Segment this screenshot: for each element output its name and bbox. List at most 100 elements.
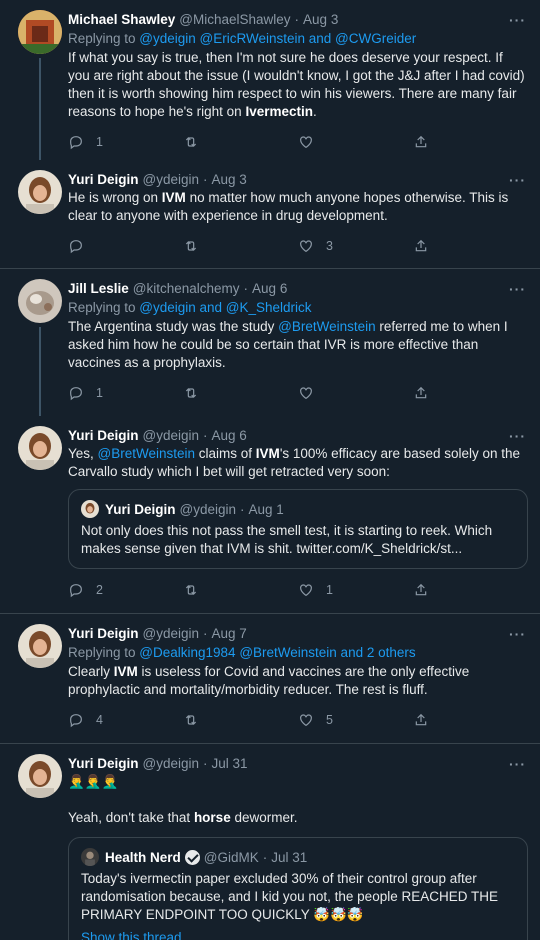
heart-icon <box>300 714 312 727</box>
timeline-feed: Michael Shawley @MichaelShawley · Aug 3 … <box>0 0 540 940</box>
author-name[interactable]: Yuri Deigin <box>68 428 139 443</box>
quoted-author-handle: @ydeigin <box>179 501 237 517</box>
author-handle[interactable]: @kitchenalchemy <box>133 281 240 296</box>
tweet-date[interactable]: Aug 3 <box>303 12 338 27</box>
like-button[interactable] <box>298 134 413 150</box>
author-handle[interactable]: @ydeigin <box>143 756 200 771</box>
replying-to: Replying to @ydeigin and @K_Sheldrick <box>68 300 312 315</box>
reply-button[interactable] <box>68 238 183 254</box>
avatar[interactable] <box>18 10 62 54</box>
retweet-button[interactable] <box>183 582 298 598</box>
replying-to: Replying to @Dealking1984 @BretWeinstein… <box>68 645 416 660</box>
author-name[interactable]: Yuri Deigin <box>68 626 139 641</box>
reply-button[interactable]: 4 <box>68 712 183 728</box>
avatar[interactable] <box>18 426 62 470</box>
show-thread-link[interactable]: Show this thread <box>81 930 515 940</box>
heart-icon <box>300 240 312 253</box>
like-button[interactable] <box>298 385 413 401</box>
facepalm-emoji: 🤦‍♂️🤦‍♂️🤦‍♂️ <box>68 774 119 790</box>
share-button[interactable] <box>413 134 528 150</box>
tweet[interactable]: Yuri Deigin @ydeigin · Aug 6 Yes, @BretW… <box>0 416 540 614</box>
quoted-author-name: Yuri Deigin <box>105 501 176 517</box>
tweet-date[interactable]: Aug 6 <box>252 281 287 296</box>
mention-link[interactable]: @BretWeinstein <box>98 446 196 461</box>
more-options-icon[interactable]: ··· <box>509 756 526 772</box>
like-button[interactable]: 3 <box>298 238 413 254</box>
author-name[interactable]: Yuri Deigin <box>68 756 139 771</box>
quoted-tweet[interactable]: Yuri Deigin @ydeigin · Aug 1 Not only do… <box>68 489 528 569</box>
retweet-icon <box>185 585 197 595</box>
reply-button[interactable]: 1 <box>68 385 183 401</box>
share-icon <box>415 713 427 726</box>
share-button[interactable] <box>413 582 528 598</box>
share-icon <box>415 583 427 596</box>
tweet-date[interactable]: Jul 31 <box>212 756 248 771</box>
reply-mentions-link[interactable]: @ydeigin @EricRWeinstein and @CWGreider <box>139 31 416 46</box>
share-button[interactable] <box>413 385 528 401</box>
tweet-actions: 3 <box>68 231 528 261</box>
retweet-icon <box>185 388 197 398</box>
like-button[interactable]: 5 <box>298 712 413 728</box>
quoted-tweet[interactable]: Health Nerd @GidMK · Jul 31 Today's iver… <box>68 837 528 940</box>
reply-icon <box>70 136 82 150</box>
tweet[interactable]: Michael Shawley @MichaelShawley · Aug 3 … <box>0 0 540 160</box>
avatar[interactable] <box>18 624 62 668</box>
share-icon <box>415 239 427 252</box>
quoted-tweet-text: Today's ivermectin paper excluded 30% of… <box>81 871 498 922</box>
avatar <box>81 500 99 518</box>
tweet-text: Yes, @BretWeinstein claims of IVM's 100%… <box>68 446 521 479</box>
more-options-icon[interactable]: ··· <box>509 428 526 444</box>
share-button[interactable] <box>413 238 528 254</box>
more-options-icon[interactable]: ··· <box>509 626 526 642</box>
reply-button[interactable]: 2 <box>68 582 183 598</box>
author-handle[interactable]: @MichaelShawley <box>179 12 290 27</box>
author-handle[interactable]: @ydeigin <box>143 428 200 443</box>
tweet-date[interactable]: Aug 3 <box>212 172 247 187</box>
tweet[interactable]: Yuri Deigin @ydeigin · Aug 7 Replying to… <box>0 614 540 744</box>
tweet[interactable]: Yuri Deigin @ydeigin · Jul 31 🤦‍♂️🤦‍♂️🤦‍… <box>0 744 540 940</box>
reply-button[interactable]: 1 <box>68 134 183 150</box>
mention-link[interactable]: @BretWeinstein <box>278 319 376 334</box>
reply-mentions-link[interactable]: @ydeigin and @K_Sheldrick <box>139 300 311 315</box>
heart-icon <box>300 387 312 400</box>
author-name[interactable]: Michael Shawley <box>68 12 175 27</box>
tweet-date[interactable]: Aug 7 <box>212 626 247 641</box>
tweet-actions: 1 <box>68 127 528 157</box>
tweet-actions: 1 <box>68 378 528 408</box>
author-handle[interactable]: @ydeigin <box>143 172 200 187</box>
author-handle[interactable]: @ydeigin <box>143 626 200 641</box>
quoted-tweet-date: Jul 31 <box>271 849 308 865</box>
thread-line <box>39 58 41 160</box>
tweet-actions: 2 1 <box>68 575 528 605</box>
author-name[interactable]: Jill Leslie <box>68 281 129 296</box>
more-options-icon[interactable]: ··· <box>509 172 526 188</box>
heart-icon <box>300 584 312 597</box>
tweet-text: 🤦‍♂️🤦‍♂️🤦‍♂️ Yeah, don't take that horse… <box>68 774 298 825</box>
quoted-tweet-text: Not only does this not pass the smell te… <box>81 523 493 556</box>
reply-icon <box>70 714 82 728</box>
share-button[interactable] <box>413 712 528 728</box>
retweet-icon <box>185 241 197 251</box>
retweet-icon <box>185 715 197 725</box>
more-options-icon[interactable]: ··· <box>509 281 526 297</box>
retweet-button[interactable] <box>183 712 298 728</box>
author-name[interactable]: Yuri Deigin <box>68 172 139 187</box>
avatar[interactable] <box>18 170 62 214</box>
retweet-button[interactable] <box>183 238 298 254</box>
tweet[interactable]: Jill Leslie @kitchenalchemy · Aug 6 Repl… <box>0 269 540 416</box>
tweet-date[interactable]: Aug 6 <box>212 428 247 443</box>
like-button[interactable]: 1 <box>298 582 413 598</box>
retweet-icon <box>185 137 197 147</box>
avatar[interactable] <box>18 754 62 798</box>
retweet-button[interactable] <box>183 385 298 401</box>
tweet[interactable]: Yuri Deigin @ydeigin · Aug 3 He is wrong… <box>0 160 540 269</box>
retweet-button[interactable] <box>183 134 298 150</box>
reply-icon <box>70 584 82 598</box>
reply-mentions-link[interactable]: @Dealking1984 @BretWeinstein and 2 other… <box>139 645 415 660</box>
reply-icon <box>70 387 82 401</box>
share-icon <box>415 386 427 399</box>
more-options-icon[interactable]: ··· <box>509 12 526 28</box>
reply-icon <box>70 240 82 254</box>
thread-line <box>39 327 41 416</box>
avatar[interactable] <box>18 279 62 323</box>
